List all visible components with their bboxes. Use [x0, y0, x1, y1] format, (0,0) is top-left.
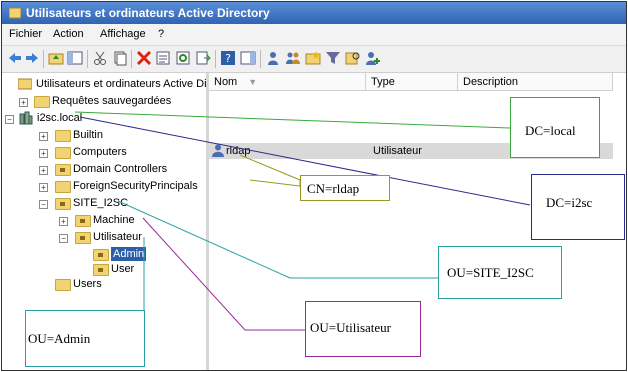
- line-ou-site: [117, 200, 438, 279]
- line-cn-2: [249, 179, 301, 187]
- line-dc-local: [74, 111, 511, 129]
- callout-cn: CN=rldap: [300, 175, 390, 201]
- callout-ou-site: OU=SITE_I2SC: [438, 246, 562, 299]
- callout-dc-local-text: DC=local: [525, 123, 576, 138]
- callout-dc-local: DC=local: [510, 97, 600, 158]
- callout-dc-i2sc-text: DC=i2sc: [546, 195, 593, 210]
- callout-ou-utilisateur: OU=Utilisateur: [305, 301, 421, 357]
- callout-ou-admin: OU=Admin: [25, 310, 145, 367]
- callout-ou-utilisateur-text: OU=Utilisateur: [310, 320, 391, 335]
- callout-cn-text: CN=rldap: [307, 181, 360, 196]
- callout-dc-i2sc: DC=i2sc: [531, 174, 625, 240]
- callout-ou-site-text: OU=SITE_I2SC: [447, 265, 534, 280]
- callout-ou-admin-text: OU=Admin: [28, 331, 91, 346]
